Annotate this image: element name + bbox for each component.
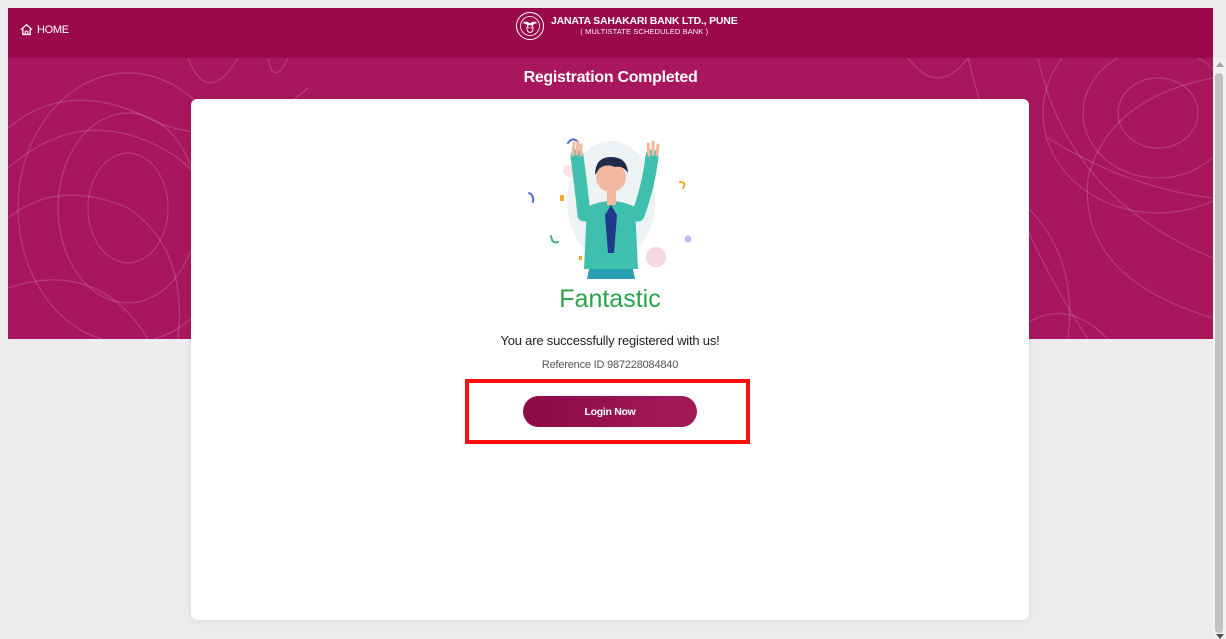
bank-name: JANATA SAHAKARI BANK LTD., PUNE (551, 15, 738, 28)
bank-title: JANATA SAHAKARI BANK LTD., PUNE ( MULTIS… (551, 16, 738, 36)
success-heading: Fantastic (559, 285, 661, 313)
home-link[interactable]: HOME (20, 23, 69, 36)
success-message: You are successfully registered with us! (500, 333, 720, 348)
home-icon (20, 24, 33, 36)
home-label: HOME (37, 23, 69, 36)
top-navigation-bar: HOME JANATA SAHAKARI BANK LTD., PUNE ( M… (8, 8, 1213, 58)
bank-logo (516, 12, 544, 40)
login-now-button[interactable]: Login Now (523, 396, 697, 427)
vertical-scrollbar[interactable] (1213, 58, 1226, 639)
bank-brand: JANATA SAHAKARI BANK LTD., PUNE ( MULTIS… (516, 12, 738, 40)
scroll-up-arrow-icon[interactable] (1216, 62, 1224, 67)
celebrating-person-illustration (528, 138, 692, 279)
confirmation-card: Fantastic You are successfully registere… (191, 99, 1029, 620)
app-viewport: HOME JANATA SAHAKARI BANK LTD., PUNE ( M… (0, 0, 1226, 639)
bank-subtitle: ( MULTISTATE SCHEDULED BANK ) (580, 26, 709, 36)
scroll-down-arrow-icon[interactable] (1216, 634, 1224, 639)
scroll-thumb[interactable] (1215, 73, 1223, 633)
reference-id: Reference ID 987228084840 (541, 359, 679, 371)
page-title: Registration Completed (523, 69, 698, 86)
